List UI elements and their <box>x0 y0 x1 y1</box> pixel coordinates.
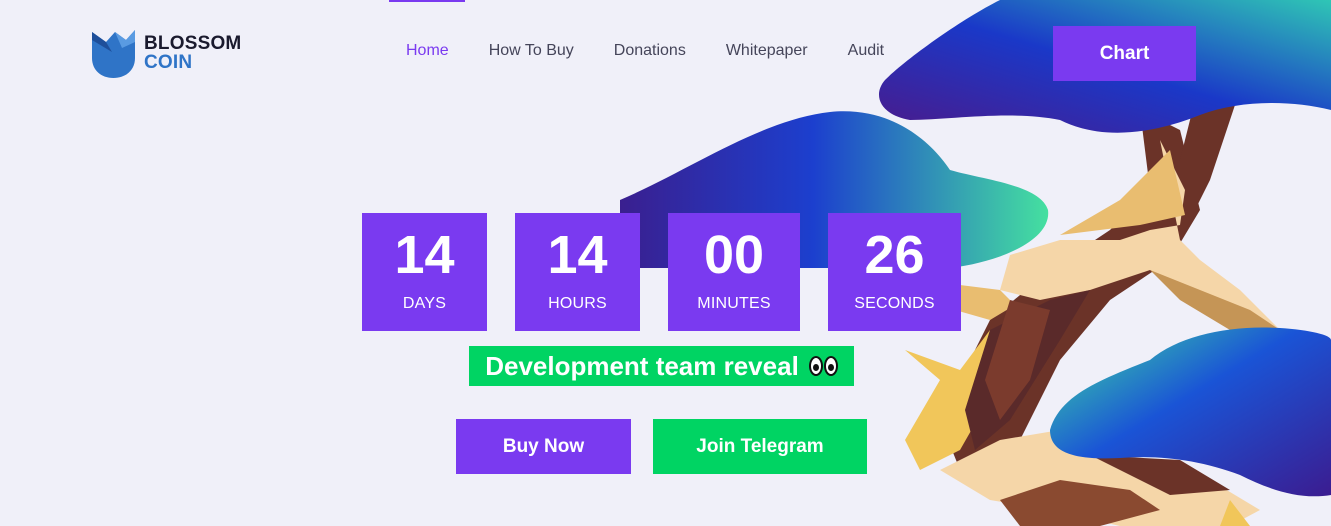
nav-item-audit[interactable]: Audit <box>848 42 884 60</box>
brand-name-line2: COIN <box>144 52 193 73</box>
team-reveal-banner: Development team reveal <box>469 346 854 386</box>
countdown-minutes-label: MINUTES <box>697 295 771 312</box>
nav-item-how-to-buy[interactable]: How To Buy <box>489 42 574 60</box>
main-nav: Home How To Buy Donations Whitepaper Aud… <box>406 42 884 60</box>
eyes-icon <box>808 356 838 376</box>
brand-name-line1: BLOSSOM <box>144 33 242 54</box>
topbar-accent <box>389 0 465 2</box>
team-reveal-text: Development team reveal <box>485 350 799 381</box>
buy-now-button[interactable]: Buy Now <box>456 419 631 474</box>
nav-item-home[interactable]: Home <box>406 42 449 60</box>
countdown-minutes: 00 MINUTES <box>668 213 800 331</box>
countdown-days-label: DAYS <box>402 295 447 312</box>
countdown-seconds-label: SECONDS <box>854 295 935 312</box>
countdown-seconds: 26 SECONDS <box>828 213 961 331</box>
countdown-days: 14 DAYS <box>362 213 487 331</box>
blossom-logo-icon <box>92 30 135 78</box>
nav-item-whitepaper[interactable]: Whitepaper <box>726 42 808 60</box>
countdown-hours-label: HOURS <box>548 295 607 312</box>
countdown-hours-value: 14 <box>547 225 608 285</box>
countdown-minutes-value: 00 <box>703 225 765 285</box>
countdown-seconds-value: 26 <box>864 225 925 285</box>
countdown-days-value: 14 <box>394 225 455 285</box>
countdown-hours: 14 HOURS <box>515 213 640 331</box>
brand-name: BLOSSOM COIN <box>144 34 241 72</box>
brand-logo[interactable]: BLOSSOM COIN <box>92 28 262 80</box>
chart-button[interactable]: Chart <box>1053 26 1196 81</box>
nav-item-donations[interactable]: Donations <box>614 42 686 60</box>
join-telegram-button[interactable]: Join Telegram <box>653 419 867 474</box>
